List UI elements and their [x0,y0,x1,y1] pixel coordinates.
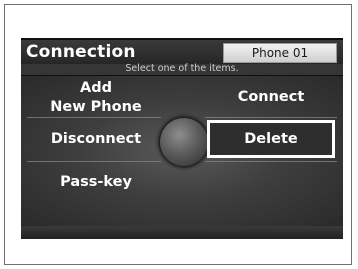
phone-indicator: Phone 01 [223,43,337,63]
disconnect-button[interactable]: Disconnect [41,130,151,152]
delete-label: Delete [244,131,298,147]
instruction-text: Select one of the items. [125,63,239,74]
divider [205,161,337,162]
pass-key-button[interactable]: Pass-key [41,173,151,195]
header-bar: Connection Phone 01 [21,40,343,64]
navigation-screen: Connection Phone 01 Select one of the it… [21,38,343,239]
add-new-phone-button[interactable]: Add New Phone [41,79,151,117]
connect-button[interactable]: Connect [211,88,331,110]
divider [27,161,161,162]
menu-area: Add New Phone Connect Disconnect Delete … [21,76,343,226]
disconnect-label: Disconnect [50,131,142,147]
selector-knob-icon [159,117,209,167]
pass-key-label: Pass-key [60,174,132,190]
divider [27,117,161,118]
connect-label: Connect [237,89,305,105]
page-frame: Connection Phone 01 Select one of the it… [4,4,352,265]
delete-button[interactable]: Delete [207,120,335,158]
screen-title: Connection [26,42,136,62]
divider [205,117,337,118]
add-new-phone-label-line1: Add [80,80,112,96]
footer-bar [21,226,343,239]
add-new-phone-label-line2: New Phone [50,99,142,115]
